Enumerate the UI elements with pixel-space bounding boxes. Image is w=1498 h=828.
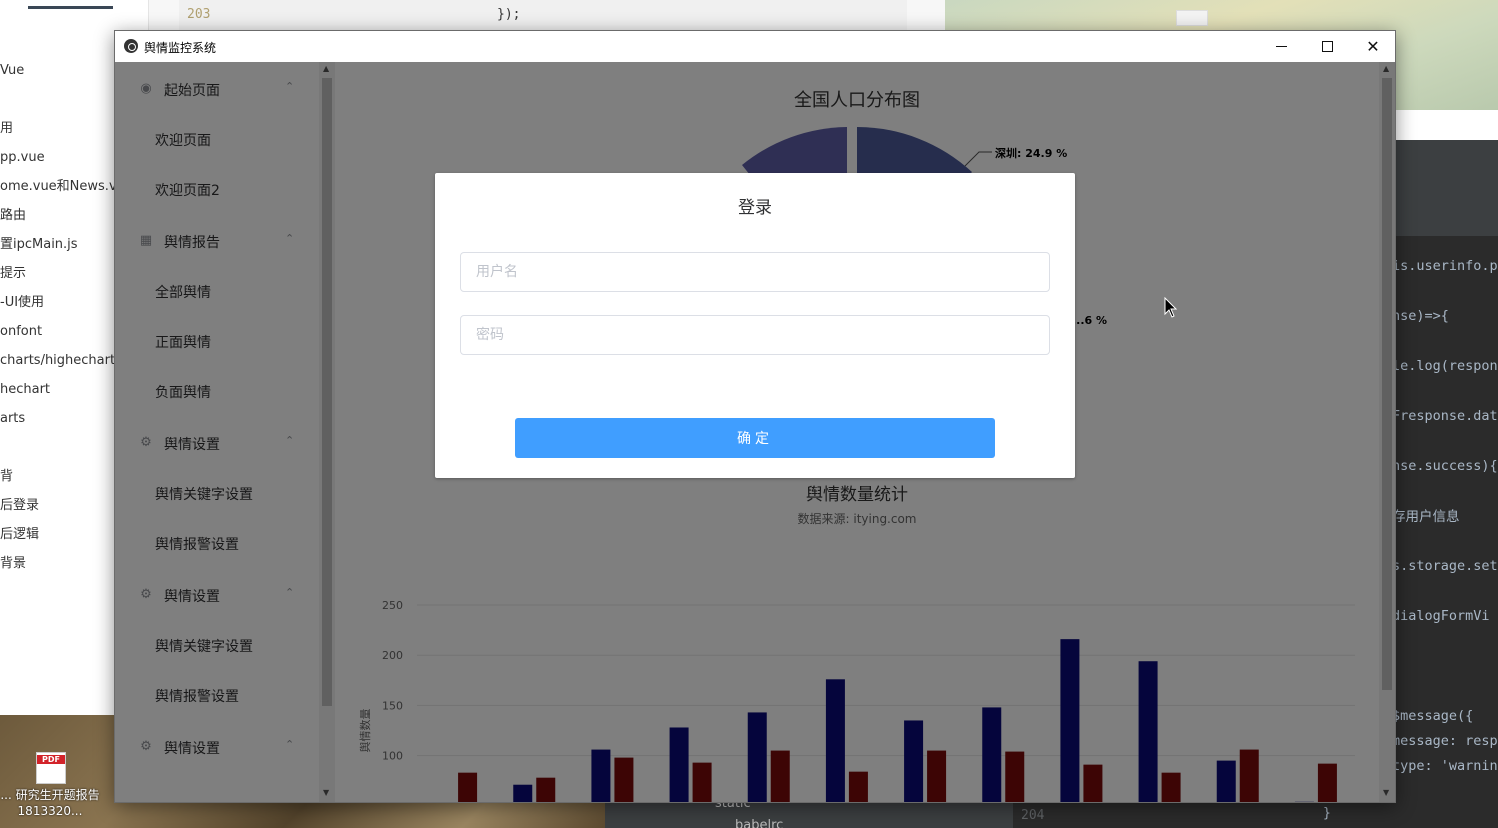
background-window-strip	[1396, 110, 1498, 140]
file-list-item[interactable]: Vue	[0, 62, 115, 91]
close-button[interactable]: ✕	[1350, 31, 1395, 62]
file-list-item[interactable]: hechart	[0, 381, 115, 410]
pdf-file-icon[interactable]: PDF	[36, 752, 66, 784]
ide-brace: }	[1323, 806, 1331, 821]
file-list-item[interactable]	[0, 439, 115, 468]
file-list-item[interactable]: 背景	[0, 555, 115, 584]
ide-code-line: type: 'warnin	[1396, 758, 1498, 774]
editor-code: });	[497, 7, 521, 22]
file-list-item[interactable]: 背	[0, 468, 115, 497]
ide-code-line: nse.success){	[1396, 458, 1498, 474]
maximize-button[interactable]	[1304, 31, 1350, 62]
ide-code-line: nse)=>{	[1396, 308, 1449, 324]
minimize-button[interactable]	[1258, 31, 1304, 62]
file-list-item[interactable]: arts	[0, 410, 115, 439]
ide-code-line: Fresponse.dat	[1396, 408, 1498, 424]
ide-code-line: $message({	[1396, 708, 1474, 724]
file-list-item[interactable]: charts/highechart	[0, 352, 115, 381]
ide-line-number: 204	[1021, 808, 1045, 823]
file-list-item[interactable]: 后逻辑	[0, 526, 115, 555]
editor-line-number: 203	[187, 7, 211, 22]
minimize-icon	[1275, 45, 1287, 48]
file-list-item[interactable]: 提示	[0, 265, 115, 294]
app-window: 舆情监控系统 ✕ ◉起始页面⌃欢迎页面欢迎页面2▦舆情报告⌃全部舆情正面舆情负面…	[114, 30, 1396, 803]
file-list-item[interactable]: -UI使用	[0, 294, 115, 323]
file-list-item[interactable]: onfont	[0, 323, 115, 352]
file-list-item[interactable]: 路由	[0, 207, 115, 236]
ide-code-line: s.storage.set	[1396, 558, 1498, 574]
tree-item-babelrc[interactable]: babelrc	[735, 818, 783, 828]
file-list-item[interactable]: 用	[0, 120, 115, 149]
editor-line: 203 });	[179, 0, 907, 31]
file-list-accent	[28, 6, 113, 9]
mouse-cursor-icon	[1164, 297, 1178, 318]
password-input[interactable]	[460, 315, 1050, 355]
ide-code-line: le.log(respon	[1396, 358, 1498, 374]
file-list-item[interactable]: 置ipcMain.js	[0, 236, 115, 265]
file-list-item[interactable]: pp.vue	[0, 149, 115, 178]
pdf-icon-text: PDF	[37, 755, 65, 764]
file-list-item[interactable]	[0, 91, 115, 120]
background-ide-code: is.userinfo.p nse)=>{ le.log(respon Frespon…	[1396, 140, 1498, 828]
title-bar[interactable]: 舆情监控系统 ✕	[115, 31, 1395, 62]
ide-editor-gutter: 204 }	[1013, 802, 1396, 828]
ide-project-tree: static babelrc	[633, 796, 1013, 828]
ide-code-line: message: resp	[1396, 733, 1498, 749]
app-icon	[124, 39, 138, 53]
confirm-button[interactable]: 确定	[515, 418, 995, 458]
app-body: ◉起始页面⌃欢迎页面欢迎页面2▦舆情报告⌃全部舆情正面舆情负面舆情⚙舆情设置⌃舆…	[115, 62, 1395, 802]
map-thumbnail	[1176, 10, 1208, 26]
background-ide-bottom: static babelrc 204 }	[605, 796, 1396, 828]
maximize-icon	[1321, 41, 1333, 52]
ide-code-line: 存用户信息	[1396, 509, 1460, 525]
window-title: 舆情监控系统	[144, 41, 217, 55]
ide-code-line: is.userinfo.p	[1396, 258, 1498, 274]
ide-header	[1396, 140, 1498, 236]
background-editor: 203 });	[148, 0, 945, 31]
ide-code-line: dialogFormVi	[1396, 608, 1490, 624]
file-list-item[interactable]: ome.vue和News.vue	[0, 178, 115, 207]
username-input[interactable]	[460, 252, 1050, 292]
login-dialog: 登录 确定	[435, 173, 1075, 478]
login-title: 登录	[738, 198, 772, 218]
file-list-item[interactable]: 后登录	[0, 497, 115, 526]
pdf-file-label[interactable]: ... 研究生开题报告1813320...	[0, 787, 100, 819]
close-icon: ✕	[1366, 37, 1380, 56]
file-list: Vue 用pp.vueome.vue和News.vue路由置ipcMain.js提…	[0, 62, 115, 584]
